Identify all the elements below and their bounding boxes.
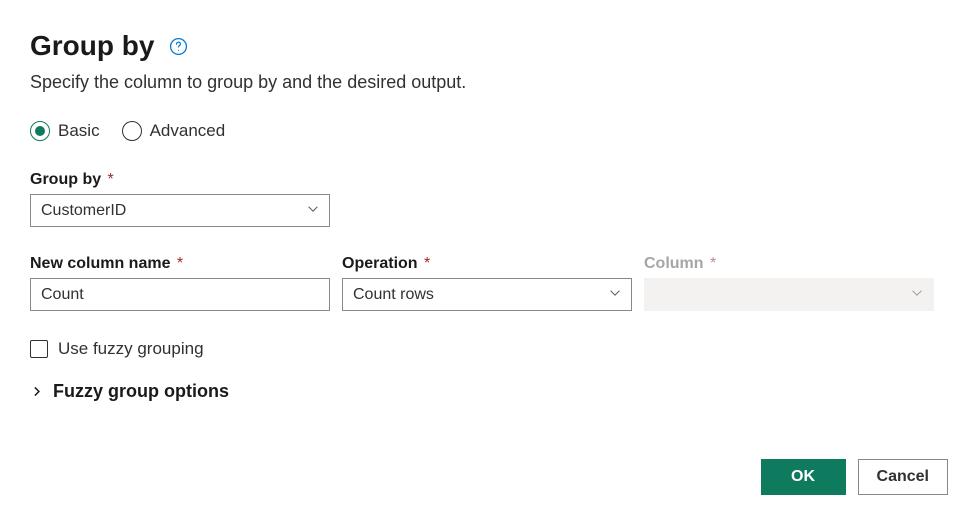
required-star-icon: * [172, 255, 183, 272]
help-icon[interactable] [168, 36, 188, 56]
dialog-footer: OK Cancel [761, 459, 948, 495]
new-column-label: New column name * [30, 255, 330, 273]
chevron-right-icon [30, 385, 43, 398]
page-title: Group by [30, 30, 154, 62]
page-subtitle: Specify the column to group by and the d… [30, 72, 948, 93]
required-star-icon: * [103, 171, 114, 188]
fuzzy-checkbox[interactable]: Use fuzzy grouping [30, 339, 948, 359]
group-by-select[interactable]: CustomerID [30, 194, 330, 227]
radio-advanced[interactable]: Advanced [122, 121, 226, 141]
operation-select[interactable]: Count rows [342, 278, 632, 311]
fuzzy-options-expander[interactable]: Fuzzy group options [30, 381, 948, 402]
column-label: Column * [644, 255, 934, 273]
operation-label: Operation * [342, 255, 632, 273]
required-star-icon: * [706, 255, 717, 272]
radio-basic-label: Basic [58, 121, 100, 141]
group-by-value: CustomerID [30, 194, 330, 227]
radio-advanced-label: Advanced [150, 121, 226, 141]
required-star-icon: * [420, 255, 431, 272]
fuzzy-options-label: Fuzzy group options [53, 381, 229, 402]
group-by-label: Group by * [30, 171, 948, 189]
ok-button[interactable]: OK [761, 459, 846, 495]
mode-radio-group: Basic Advanced [30, 121, 948, 141]
radio-circle-icon [30, 121, 50, 141]
radio-circle-icon [122, 121, 142, 141]
radio-basic[interactable]: Basic [30, 121, 100, 141]
fuzzy-checkbox-label: Use fuzzy grouping [58, 339, 204, 359]
checkbox-icon [30, 340, 48, 358]
column-select [644, 278, 934, 311]
column-value [644, 278, 934, 311]
operation-value: Count rows [342, 278, 632, 311]
new-column-input[interactable] [30, 278, 330, 311]
cancel-button[interactable]: Cancel [858, 459, 948, 495]
